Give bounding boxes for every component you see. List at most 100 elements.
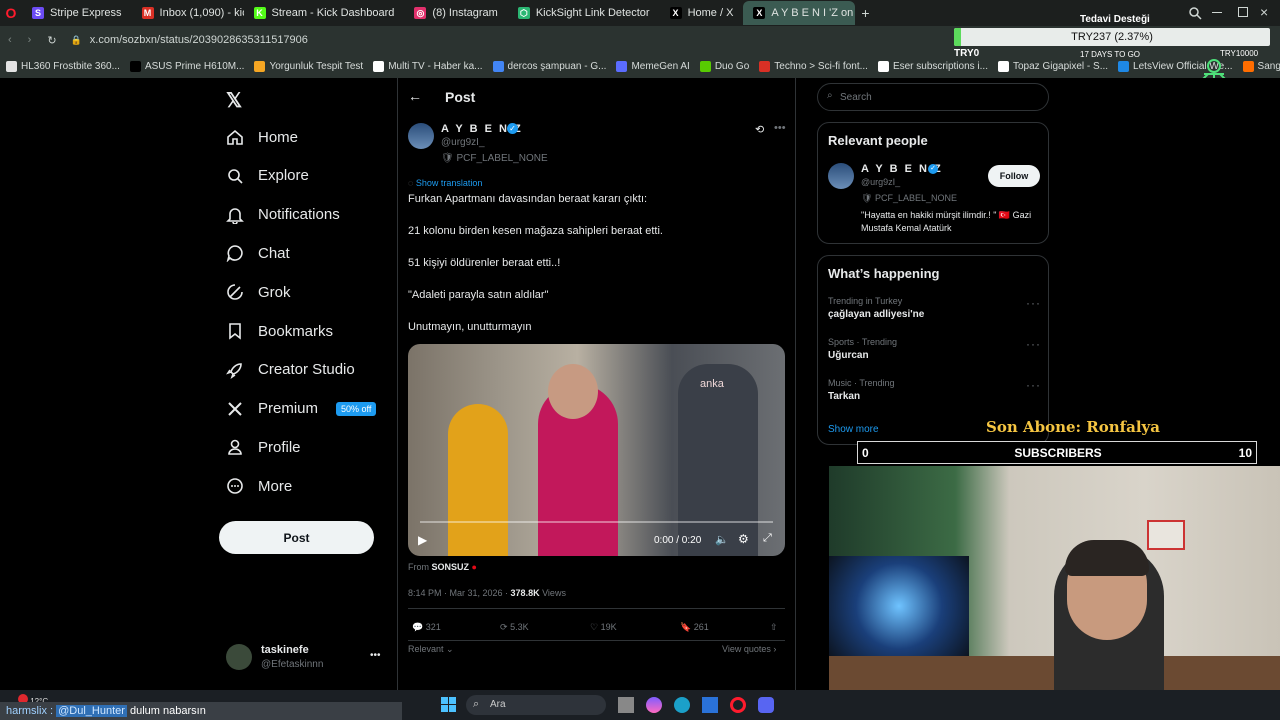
- page-title: Post: [445, 89, 476, 105]
- view-quotes-link[interactable]: View quotes ›: [722, 644, 776, 654]
- bookmark-item[interactable]: Techno > Sci-fi font...: [759, 60, 868, 72]
- trend-more-icon[interactable]: ···: [1026, 296, 1041, 310]
- bookmark-item[interactable]: HL360 Frostbite 360...: [6, 60, 120, 72]
- subscriber-goal-bar: 0 SUBSCRIBERS 10: [857, 441, 1257, 464]
- account-menu-icon[interactable]: •••: [370, 650, 381, 661]
- browser-tab[interactable]: K Stream - Kick Dashboard: [244, 1, 405, 25]
- repost-button[interactable]: ⟳ 5.3K: [500, 622, 529, 633]
- show-translation-link[interactable]: ◌ Show translation: [408, 178, 482, 188]
- video-player[interactable]: anka ▶ 0:00 / 0:20 🔈 ⚙ ⤢: [408, 344, 785, 556]
- browser-tab[interactable]: S Stripe Express: [22, 1, 132, 25]
- browser-tab[interactable]: ⬡ KickSight Link Detector: [508, 1, 660, 25]
- sidebar-item-label: More: [258, 477, 293, 495]
- chevron-down-icon: ⌄: [443, 644, 454, 654]
- sidebar-item-premium[interactable]: Premium 50% off: [226, 400, 377, 418]
- search-box[interactable]: ⌕ Search: [817, 83, 1049, 111]
- person-avatar[interactable]: [828, 163, 854, 189]
- back-arrow-icon[interactable]: ←: [408, 88, 422, 104]
- donation-progress-bar: TRY237 (2.37%): [954, 28, 1270, 46]
- volume-icon[interactable]: 🔈: [715, 533, 729, 546]
- author-avatar[interactable]: [408, 123, 434, 149]
- bookmark-item[interactable]: Multi TV - Haber ka...: [373, 60, 483, 72]
- sidebar-item-chat[interactable]: Chat: [226, 244, 290, 263]
- browser-tab[interactable]: X Home / X: [660, 1, 744, 25]
- lock-icon[interactable]: 🔒: [71, 35, 82, 46]
- sidebar-item-label: Notifications: [258, 206, 340, 224]
- windows-start-icon[interactable]: [441, 697, 456, 712]
- file-explorer-icon[interactable]: [618, 697, 634, 713]
- opera-icon[interactable]: O: [0, 0, 22, 26]
- tweet-line: 21 kolonu birden kesen mağaza sahipleri …: [408, 225, 663, 237]
- trend-item[interactable]: Sports · Trending Uğurcan ···: [828, 337, 1041, 361]
- url-field[interactable]: x.com/sozbxn/status/2039028635311517906: [90, 34, 308, 46]
- tab-label: (8) Instagram: [432, 7, 498, 19]
- bookmark-label: Eser subscriptions i...: [892, 60, 988, 72]
- sidebar-item-grok[interactable]: Grok: [226, 283, 291, 301]
- browser-tab[interactable]: M Inbox (1,090) - kicktaskine: [132, 1, 244, 25]
- bookmark-item[interactable]: Topaz Gigapixel - S...: [998, 60, 1108, 72]
- post-more-icon[interactable]: •••: [774, 122, 786, 134]
- trend-more-icon[interactable]: ···: [1026, 337, 1041, 351]
- post-button[interactable]: Post: [219, 521, 374, 554]
- avatar: [226, 644, 252, 670]
- sidebar-item-more[interactable]: More: [226, 477, 292, 495]
- author-handle[interactable]: @urg9zI_: [441, 137, 485, 148]
- store-icon[interactable]: [702, 697, 718, 713]
- bookmark-favicon-icon: [1118, 60, 1130, 72]
- post-time[interactable]: 8:14 PM · Mar 31, 2026 ·: [408, 588, 511, 598]
- trend-more-icon[interactable]: ···: [1026, 378, 1041, 392]
- tweet-line: 51 kişiyi öldürenler beraat etti..!: [408, 257, 561, 269]
- trend-item[interactable]: Music · Trending Tarkan ···: [828, 378, 1041, 402]
- bookmark-item[interactable]: Sanger Np-Bx1 Son...: [1242, 60, 1280, 72]
- forward-icon[interactable]: ›: [28, 34, 32, 46]
- sidebar-item-home[interactable]: Home: [226, 128, 298, 146]
- reply-button[interactable]: 💬 321: [412, 622, 441, 633]
- trend-item[interactable]: Trending in Turkey çağlayan adliyesi'ne …: [828, 296, 1041, 320]
- x-logo-icon: [228, 401, 242, 416]
- bookmark-item[interactable]: Duo Go: [699, 60, 749, 72]
- bookmark-item[interactable]: MemeGen AI: [616, 60, 690, 72]
- bookmark-item[interactable]: Yorgunluk Tespit Test: [254, 60, 363, 72]
- like-button[interactable]: ♡ 19K: [590, 622, 617, 633]
- back-icon[interactable]: ‹: [8, 34, 12, 46]
- sidebar-item-bookmarks[interactable]: Bookmarks: [226, 322, 333, 340]
- bookmark-button[interactable]: 🔖 261: [680, 622, 709, 633]
- flag-icon: ●: [471, 562, 477, 572]
- browser-tab[interactable]: ◎ (8) Instagram: [404, 1, 507, 25]
- copilot-icon[interactable]: [646, 697, 662, 713]
- video-progress-track[interactable]: [420, 521, 773, 523]
- donation-title: Tedavi Desteği: [1080, 14, 1150, 25]
- opera-taskbar-icon[interactable]: [730, 697, 746, 713]
- discord-icon[interactable]: [758, 697, 774, 713]
- sidebar-item-label: Premium: [258, 400, 319, 418]
- from-source[interactable]: SONSUZ: [432, 562, 470, 572]
- sidebar-item-notifications[interactable]: Notifications: [226, 206, 340, 224]
- bookmark-item[interactable]: ASUS Prime H610M...: [129, 60, 245, 72]
- play-icon[interactable]: ▶: [418, 533, 427, 547]
- browser-tab[interactable]: X A Y B E N I 'Z on X: "F: [743, 1, 856, 25]
- label-icon: 🛡: [861, 193, 875, 203]
- share-icon[interactable]: ⇧: [770, 622, 778, 633]
- bookmark-item[interactable]: dercos şampuan - G...: [492, 60, 606, 72]
- show-more-link[interactable]: Show more: [828, 424, 879, 435]
- bookmark-favicon-icon: [616, 60, 628, 72]
- new-tab-button[interactable]: +: [855, 5, 875, 21]
- reload-icon[interactable]: ↻: [47, 34, 56, 47]
- person-handle[interactable]: @urg9zI_: [861, 177, 900, 187]
- bookmark-favicon-icon: [699, 60, 711, 72]
- sidebar-item-creator-studio[interactable]: Creator Studio: [226, 361, 355, 379]
- account-name: taskinefe: [261, 644, 309, 656]
- edge-icon[interactable]: [674, 697, 690, 713]
- taskbar-search[interactable]: ⌕ Ara: [466, 695, 606, 715]
- fullscreen-icon[interactable]: ⤢: [763, 532, 772, 545]
- x-logo-icon[interactable]: 𝕏: [226, 88, 242, 113]
- reply-sort-dropdown[interactable]: Relevant ⌄: [408, 644, 454, 655]
- follow-button[interactable]: Follow: [988, 165, 1040, 187]
- bookmark-item[interactable]: Eser subscriptions i...: [877, 60, 988, 72]
- sidebar-item-profile[interactable]: Profile: [226, 438, 301, 456]
- bookmark-label: ASUS Prime H610M...: [144, 60, 245, 72]
- sidebar-item-explore[interactable]: Explore: [226, 167, 309, 185]
- grok-post-icon[interactable]: ⟲: [755, 123, 764, 136]
- settings-icon[interactable]: ⚙: [738, 532, 749, 546]
- account-switcher[interactable]: taskinefe @Efetaskinnn •••: [226, 642, 386, 676]
